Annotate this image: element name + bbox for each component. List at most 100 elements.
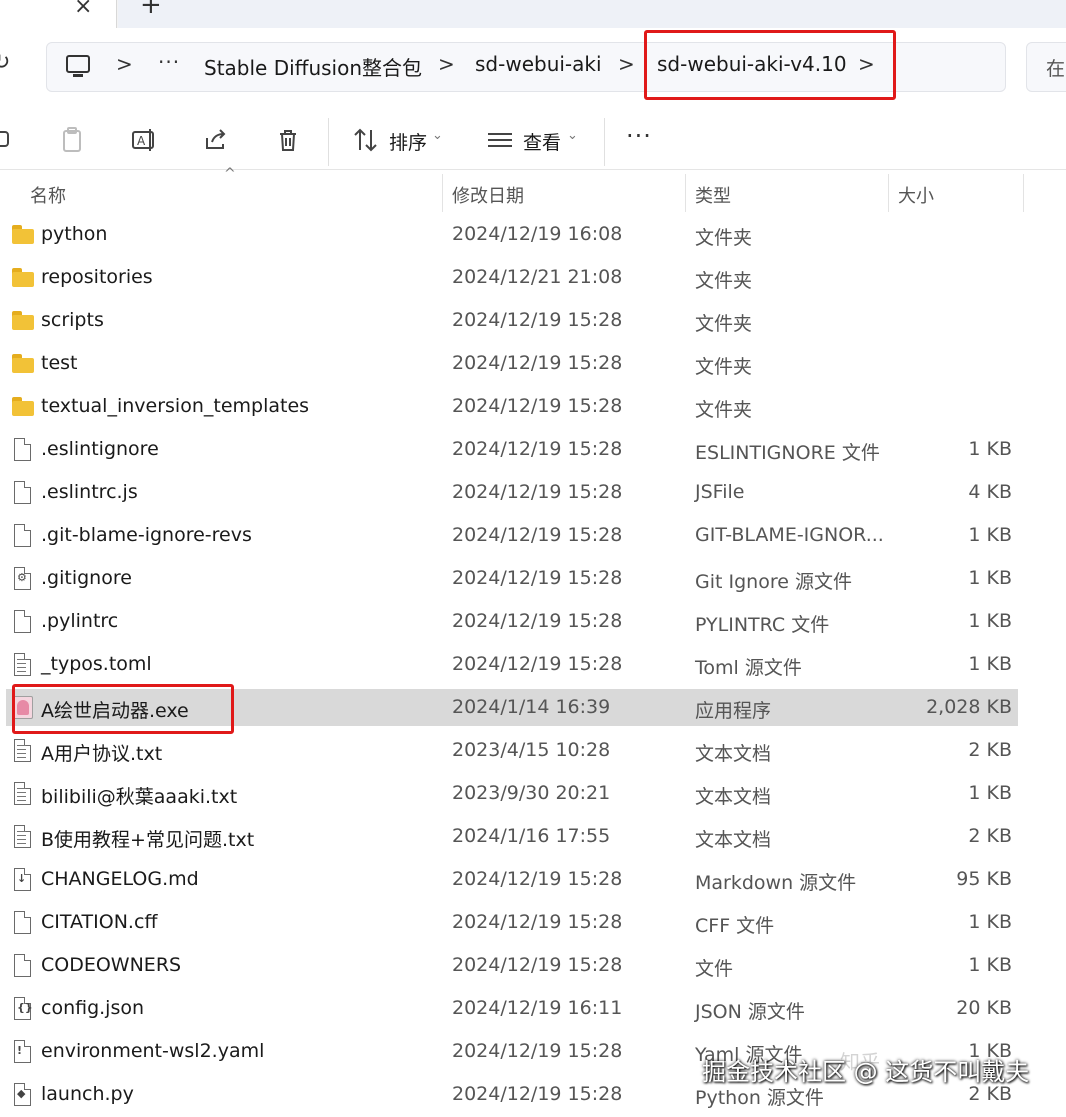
column-divider[interactable] xyxy=(442,174,443,212)
file-size: 1 KB xyxy=(968,524,1012,546)
file-size: 1 KB xyxy=(968,954,1012,976)
file-name: B使用教程+常见问题.txt xyxy=(41,829,255,851)
file-type: CFF 文件 xyxy=(695,915,775,937)
breadcrumb-overflow-button[interactable]: ··· xyxy=(158,50,180,74)
file-modified-date: 2024/12/19 15:28 xyxy=(452,352,623,374)
watermark: 掘金技术社区 @ 这货不叫戴夫 xyxy=(702,1058,1030,1086)
chevron-right-icon[interactable]: > xyxy=(438,52,455,76)
text-file-icon xyxy=(12,782,34,806)
file-name: repositories xyxy=(41,266,153,288)
paste-icon[interactable] xyxy=(58,126,86,154)
file-size: 1 KB xyxy=(968,653,1012,675)
file-name: .gitignore xyxy=(41,567,132,589)
file-row[interactable]: .eslintrc.js 2024/12/19 15:28 JSFile 4 KB xyxy=(0,472,1066,515)
app-exe-icon xyxy=(12,696,34,720)
view-icon[interactable] xyxy=(486,126,514,154)
file-row[interactable]: ⚙ .gitignore 2024/12/19 15:28 Git Ignore 源文… xyxy=(0,558,1066,601)
text-file-icon xyxy=(12,739,34,763)
column-header-name[interactable]: 名称 xyxy=(30,182,66,208)
file-name: python xyxy=(41,223,108,245)
breadcrumb-item-stable-diffusion[interactable]: Stable Diffusion整合包 xyxy=(204,52,422,81)
view-button[interactable]: 查看 xyxy=(523,128,561,155)
chevron-right-icon[interactable]: > xyxy=(618,52,635,76)
close-tab-icon[interactable]: × xyxy=(74,0,92,19)
breadcrumb-item-sd-webui-aki[interactable]: sd-webui-aki xyxy=(475,52,602,76)
file-row[interactable]: scripts 2024/12/19 15:28 文件夹 xyxy=(0,300,1066,343)
file-type: GIT-BLAME-IGNOR... xyxy=(695,524,884,546)
toolbar-divider xyxy=(604,118,605,166)
file-row[interactable]: ↓ CHANGELOG.md 2024/12/19 15:28 Markdown 源文… xyxy=(0,859,1066,902)
file-size: 2 KB xyxy=(968,825,1012,847)
column-divider[interactable] xyxy=(1023,174,1024,212)
file-modified-date: 2024/12/19 15:28 xyxy=(452,481,623,503)
folder-icon xyxy=(12,266,34,290)
tab-strip: × + xyxy=(0,0,1066,28)
chevron-right-icon[interactable]: > xyxy=(858,52,875,76)
file-name: A绘世启动器.exe xyxy=(41,700,189,722)
file-modified-date: 2024/12/19 15:28 xyxy=(452,1083,623,1105)
file-size: 1 KB xyxy=(968,438,1012,460)
file-modified-date: 2024/1/16 17:55 xyxy=(452,825,611,847)
file-icon xyxy=(12,481,34,505)
file-name: bilibili@秋葉aaaki.txt xyxy=(41,786,238,808)
chevron-right-icon[interactable]: > xyxy=(116,52,133,76)
file-modified-date: 2023/9/30 20:21 xyxy=(452,782,611,804)
column-divider[interactable] xyxy=(888,174,889,212)
column-header-type[interactable]: 类型 xyxy=(695,182,731,208)
column-header-date[interactable]: 修改日期 xyxy=(452,182,524,208)
file-name: config.json xyxy=(41,997,145,1019)
file-icon xyxy=(12,438,34,462)
refresh-icon[interactable]: ↻ xyxy=(0,50,10,75)
column-divider[interactable] xyxy=(685,174,686,212)
file-row[interactable]: {} config.json 2024/12/19 16:11 JSON 源文件 20 … xyxy=(0,988,1066,1031)
file-type: JSFile xyxy=(695,481,745,503)
file-row[interactable]: textual_inversion_templates 2024/12/19 15… xyxy=(0,386,1066,429)
tab-active[interactable]: × xyxy=(0,0,116,28)
file-name: _typos.toml xyxy=(41,653,152,675)
file-row[interactable]: .git-blame-ignore-revs 2024/12/19 15:28 GI… xyxy=(0,515,1066,558)
cut-icon[interactable] xyxy=(0,126,18,154)
file-name: textual_inversion_templates xyxy=(41,395,310,417)
sort-button[interactable]: 排序 xyxy=(389,128,427,155)
file-row[interactable]: repositories 2024/12/21 21:08 文件夹 xyxy=(0,257,1066,300)
file-size: 1 KB xyxy=(968,610,1012,632)
file-row[interactable]: A绘世启动器.exe 2024/1/14 16:39 应用程序 2,028 KB xyxy=(0,687,1066,730)
python-file-icon: ◆ xyxy=(12,1083,34,1107)
markdown-file-icon: ↓ xyxy=(12,868,34,892)
new-tab-icon[interactable]: + xyxy=(140,0,162,20)
file-name: scripts xyxy=(41,309,104,331)
file-row[interactable]: bilibili@秋葉aaaki.txt 2023/9/30 20:21 文本文档 1… xyxy=(0,773,1066,816)
file-row[interactable]: A用户协议.txt 2023/4/15 10:28 文本文档 2 KB xyxy=(0,730,1066,773)
file-row[interactable]: .pylintrc 2024/12/19 15:28 PYLINTRC 文件 1 KB xyxy=(0,601,1066,644)
rename-icon[interactable]: A xyxy=(130,126,158,154)
file-type: 文件 xyxy=(695,958,734,980)
sort-icon[interactable] xyxy=(352,126,380,154)
file-modified-date: 2024/12/19 15:28 xyxy=(452,309,623,331)
file-row[interactable]: .eslintignore 2024/12/19 15:28 ESLINTIGNOR… xyxy=(0,429,1066,472)
file-modified-date: 2024/12/19 15:28 xyxy=(452,653,623,675)
file-row[interactable]: python 2024/12/19 16:08 文件夹 xyxy=(0,214,1066,257)
folder-icon xyxy=(12,395,34,419)
file-type: 文本文档 xyxy=(695,829,772,851)
chevron-down-icon[interactable]: ⌄ xyxy=(432,128,443,143)
file-row[interactable]: CODEOWNERS 2024/12/19 15:28 文件 1 KB xyxy=(0,945,1066,988)
share-icon[interactable] xyxy=(202,126,230,154)
file-size: 4 KB xyxy=(968,481,1012,503)
delete-icon[interactable] xyxy=(274,126,302,154)
file-type: ESLINTIGNORE 文件 xyxy=(695,442,880,464)
file-name: .eslintignore xyxy=(41,438,159,460)
tab-divider xyxy=(116,0,117,28)
file-row[interactable]: _typos.toml 2024/12/19 15:28 Toml 源文件 1 KB xyxy=(0,644,1066,687)
text-file-icon xyxy=(12,825,34,849)
file-row[interactable]: test 2024/12/19 15:28 文件夹 xyxy=(0,343,1066,386)
file-row[interactable]: CITATION.cff 2024/12/19 15:28 CFF 文件 1 KB xyxy=(0,902,1066,945)
file-type: 文件夹 xyxy=(695,399,753,421)
more-options-button[interactable]: ··· xyxy=(626,122,652,150)
breadcrumb-item-current[interactable]: sd-webui-aki-v4.10 xyxy=(657,52,847,76)
this-pc-icon[interactable] xyxy=(66,55,90,77)
folder-icon xyxy=(12,352,34,376)
file-name: launch.py xyxy=(41,1083,134,1105)
chevron-down-icon[interactable]: ⌄ xyxy=(567,128,578,143)
file-row[interactable]: B使用教程+常见问题.txt 2024/1/16 17:55 文本文档 2 KB xyxy=(0,816,1066,859)
column-header-size[interactable]: 大小 xyxy=(898,182,934,208)
